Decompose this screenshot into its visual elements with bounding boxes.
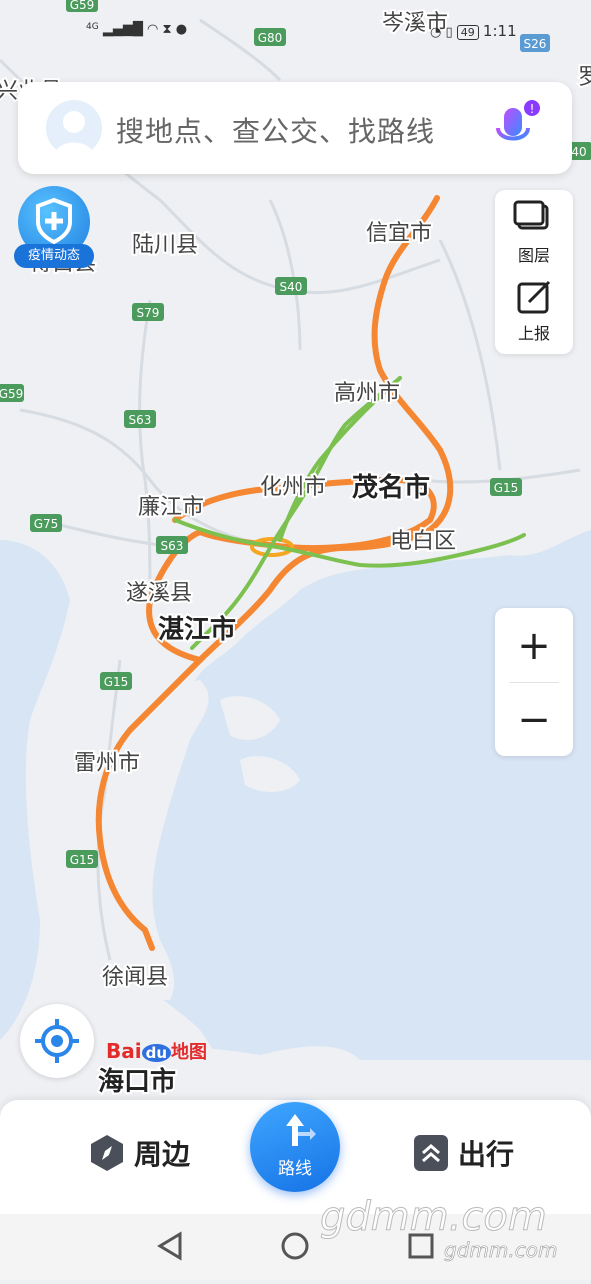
svg-text:S26: S26 [524,37,547,51]
search-input[interactable]: 搜地点、查公交、找路线 [116,110,435,150]
watermark-small: gdmm.com [444,1238,558,1263]
shield-g75: G75 [30,514,62,532]
svg-text:!: ! [530,102,535,116]
compass-icon [91,1135,123,1171]
baidu-paw-icon: du [141,1044,172,1062]
microphone-icon: ! [496,100,540,150]
shield-s40: S40 [275,277,307,295]
travel-label: 出行 [458,1138,515,1171]
chevrons-up-icon [414,1135,448,1171]
status-time: 1:11 [482,22,517,40]
svg-text:S63: S63 [129,413,152,427]
svg-text:G15: G15 [70,853,95,867]
svg-text:G59: G59 [0,387,23,401]
shield-s79: S79 [132,303,164,321]
home-icon[interactable] [281,1232,309,1260]
edit-icon [517,280,551,314]
watermark-large: gdmm.com [320,1194,548,1241]
crosshair-icon [35,1019,79,1063]
svg-text:40: 40 [571,145,586,159]
zoom-control: + − [495,608,573,756]
label-luchuan: 陆川县 [132,233,198,258]
svg-text:G80: G80 [258,31,283,45]
epidemic-updates-button[interactable]: 疫情动态 [14,186,94,270]
shield-g80: G80 [254,28,286,46]
zoom-in-button[interactable]: + [495,610,573,682]
signal-indicator: 4G ▂▄▆█ ◠ ⧗ ● [86,22,188,37]
svg-text:S79: S79 [137,306,160,320]
route-button[interactable]: 路线 [250,1102,340,1192]
label-maoming: 茂名市 [352,472,430,503]
route-arrow-icon [286,1114,316,1146]
back-icon[interactable] [157,1231,182,1261]
layers-button[interactable]: 图层 [495,190,573,270]
report-label: 上报 [517,324,550,343]
label-xinyi: 信宜市 [366,221,432,246]
nearby-button[interactable]: 周边 [88,1128,190,1178]
vibrate-icon: ▯ [445,25,453,40]
svg-text:G59: G59 [70,0,95,12]
search-bar[interactable]: 搜地点、查公交、找路线 ! [18,82,572,174]
shield-s26: S26 [520,34,550,52]
label-haikou: 海口市 [98,1066,176,1097]
label-zhanjiang: 湛江市 [158,614,236,645]
locate-me-button[interactable] [20,1004,94,1078]
route-label: 路线 [278,1159,312,1179]
voice-search-button[interactable]: ! [482,96,546,160]
baidu-map-logo: Bai du 地图 [106,1039,208,1063]
avatar[interactable] [46,100,102,156]
label-huazhou: 化州市 [260,475,326,500]
nearby-label: 周边 [134,1138,191,1171]
label-dianbai: 电白区 [390,529,456,554]
shield-s63: S63 [124,410,156,428]
wifi-icon: ◠ [146,22,163,37]
signal-bars-icon: ▂▄▆█ [102,22,143,37]
svg-text:S40: S40 [280,280,303,294]
shield-g59: G59 [0,384,24,402]
label-xuwen: 徐闻县 [102,965,168,990]
layers-label: 图层 [517,246,550,265]
map-tools-panel: 图层 上报 [495,190,573,354]
shield-g15b: G15 [100,672,132,690]
label-gaozhou: 高州市 [334,381,400,406]
shield-s63b: S63 [156,536,188,554]
shield-g15c: G15 [66,850,98,868]
shield-g15: G15 [490,478,522,496]
hourglass-icon: ⧗ [162,22,172,37]
label-lianjiang: 廉江市 [138,495,204,520]
zoom-divider [509,682,559,683]
zoom-out-button[interactable]: − [495,684,573,756]
svg-text:G15: G15 [104,675,129,689]
layers-icon [513,200,549,230]
epidemic-label: 疫情动态 [14,244,94,268]
svg-text:G75: G75 [34,517,59,531]
battery-icon: 49 [456,25,479,40]
label-luo: 罗 [578,65,591,90]
shield-g59-top: G59 [66,0,98,12]
alarm-icon: ◔ [430,25,442,40]
label-suixi: 遂溪县 [126,581,192,606]
label-leizhou: 雷州市 [74,751,140,776]
svg-text:G15: G15 [494,481,519,495]
svg-text:S63: S63 [161,539,184,553]
status-right: ◔ ▯ 49 1:11 [430,22,517,40]
app-icon: ● [175,22,188,37]
travel-button[interactable]: 出行 [412,1128,514,1178]
report-button[interactable]: 上报 [495,274,573,354]
